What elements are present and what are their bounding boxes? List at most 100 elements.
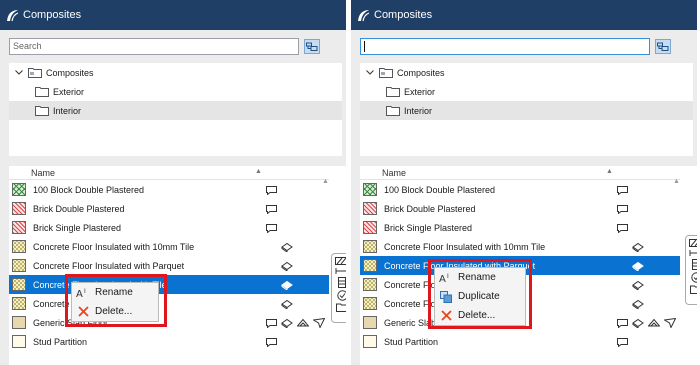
wall-usage-icon: [266, 318, 277, 328]
tree-item-label: Exterior: [53, 86, 85, 97]
list-row[interactable]: Concrete Floor Insulated with 10mm Tile: [9, 237, 329, 256]
row-label: 100 Block Double Plastered: [384, 184, 496, 195]
list-header: Name ▲: [9, 166, 329, 180]
list-row[interactable]: Brick Single Plastered: [9, 218, 329, 237]
list-row[interactable]: Brick Double Plastered: [9, 199, 329, 218]
row-usage-icons: [632, 297, 644, 310]
window-title: Composites: [374, 9, 433, 21]
scroll-up-arrow-icon[interactable]: ▲: [673, 178, 680, 185]
fill-swatch-icon: [363, 316, 377, 329]
list-row[interactable]: 100 Block Double Plastered: [9, 180, 329, 199]
row-label: Concrete Floor Insulated with 10mm Tile: [33, 241, 195, 252]
tree-item-composites[interactable]: Composites: [9, 63, 342, 82]
list-row-selected[interactable]: Concrete Floor Insulated with Tile: [9, 275, 329, 294]
row-label: Concrete Floor Insulated with Parquet: [33, 260, 185, 271]
skin-layers-icon[interactable]: [338, 277, 346, 288]
list-row[interactable]: Generic Slab Floor: [9, 313, 329, 332]
slab-usage-icon: [632, 261, 644, 271]
roof-usage-icon: [297, 318, 309, 326]
hatch-fill-icon[interactable]: [335, 257, 346, 265]
list-row[interactable]: Brick Single Plastered: [360, 218, 680, 237]
column-header-name[interactable]: Name: [382, 168, 406, 178]
composites-list: Name ▲ 100 Block Double Plastered Brick …: [9, 166, 329, 365]
row-usage-icons: [632, 259, 644, 272]
row-usage-icons: [281, 297, 293, 310]
thickness-icon[interactable]: [689, 249, 697, 257]
row-label: Stud Partition: [33, 336, 88, 347]
list-header: Name ▲: [360, 166, 680, 180]
skin-layers-icon[interactable]: [692, 259, 697, 270]
fill-swatch-icon: [363, 259, 377, 272]
tree-item-exterior[interactable]: Exterior: [9, 82, 342, 101]
row-label: 100 Block Double Plastered: [33, 184, 145, 195]
highlight-box: [65, 274, 167, 327]
fill-swatch-icon: [12, 202, 26, 215]
row-usage-icons: [617, 202, 628, 215]
list-row[interactable]: Stud Partition: [9, 332, 329, 351]
row-usage-icons: [632, 278, 644, 291]
check-circle-icon[interactable]: [690, 272, 698, 283]
column-header-name[interactable]: Name: [31, 168, 55, 178]
row-label: Brick Single Plastered: [384, 222, 473, 233]
wall-usage-icon: [617, 204, 628, 214]
folder-icon: [35, 106, 49, 116]
row-label: Brick Single Plastered: [33, 222, 122, 233]
shell-usage-icon: [664, 317, 676, 328]
row-usage-icons: [266, 335, 277, 348]
tree-item-composites[interactable]: Composites: [360, 63, 693, 82]
row-label: Brick Double Plastered: [384, 203, 476, 214]
wall-usage-icon: [266, 204, 277, 214]
fill-swatch-icon: [363, 297, 377, 310]
tree-item-exterior[interactable]: Exterior: [360, 82, 693, 101]
slab-usage-icon: [281, 299, 293, 309]
tree-item-interior[interactable]: Interior: [9, 101, 342, 120]
slab-usage-icon: [632, 299, 644, 309]
thickness-icon[interactable]: [335, 267, 346, 275]
fill-swatch-icon: [363, 202, 377, 215]
list-row[interactable]: 100 Block Double Plastered: [360, 180, 680, 199]
window-title: Composites: [23, 9, 82, 21]
wall-usage-icon: [617, 185, 628, 195]
text-caret: [364, 41, 365, 53]
chevron-down-icon[interactable]: [365, 70, 375, 75]
search-input[interactable]: Search: [9, 38, 299, 55]
wall-usage-icon: [266, 185, 277, 195]
tree-item-interior[interactable]: Interior: [360, 101, 693, 120]
wall-usage-icon: [617, 223, 628, 233]
list-row[interactable]: Concrete Floor Insulated with Parquet: [9, 256, 329, 275]
row-usage-icons: [617, 316, 676, 329]
folder-icon: [35, 87, 49, 97]
scroll-up-arrow-icon[interactable]: ▲: [322, 178, 329, 185]
wall-usage-icon: [266, 337, 277, 347]
chevron-down-icon[interactable]: [14, 70, 24, 75]
list-row[interactable]: Concrete Floor Insulated with 10mm Tile: [360, 237, 680, 256]
tree-item-label: Interior: [53, 105, 82, 116]
list-row[interactable]: Concrete Floor Insulated: [9, 294, 329, 313]
search-input[interactable]: [360, 38, 650, 55]
fill-swatch-icon: [12, 316, 26, 329]
sort-ascending-icon[interactable]: ▲: [255, 168, 262, 175]
hatch-fill-icon[interactable]: [689, 239, 697, 247]
tree-item-label: Exterior: [404, 86, 436, 97]
folder-view-button[interactable]: [304, 39, 320, 54]
row-usage-icons: [617, 221, 628, 234]
side-toolbar: [331, 253, 346, 323]
sort-ascending-icon[interactable]: ▲: [606, 168, 613, 175]
fill-swatch-icon: [12, 297, 26, 310]
slab-usage-icon: [632, 242, 644, 252]
folder-view-button[interactable]: [655, 39, 671, 54]
list-row[interactable]: Stud Partition: [360, 332, 680, 351]
composites-panel-left: Composites Search Composites Exterior In…: [0, 0, 346, 365]
folder-tree: Composites Exterior Interior: [360, 63, 693, 156]
wall-usage-icon: [266, 223, 277, 233]
fill-swatch-icon: [12, 259, 26, 272]
check-circle-icon[interactable]: [336, 290, 347, 301]
row-usage-icons: [281, 240, 293, 253]
folder-icon: [386, 87, 400, 97]
folder-icon[interactable]: [336, 303, 346, 312]
shell-usage-icon: [313, 317, 325, 328]
title-bar: Composites: [0, 0, 346, 30]
list-row[interactable]: Brick Double Plastered: [360, 199, 680, 218]
folder-icon[interactable]: [690, 285, 697, 294]
composites-folder-icon: [28, 68, 42, 78]
